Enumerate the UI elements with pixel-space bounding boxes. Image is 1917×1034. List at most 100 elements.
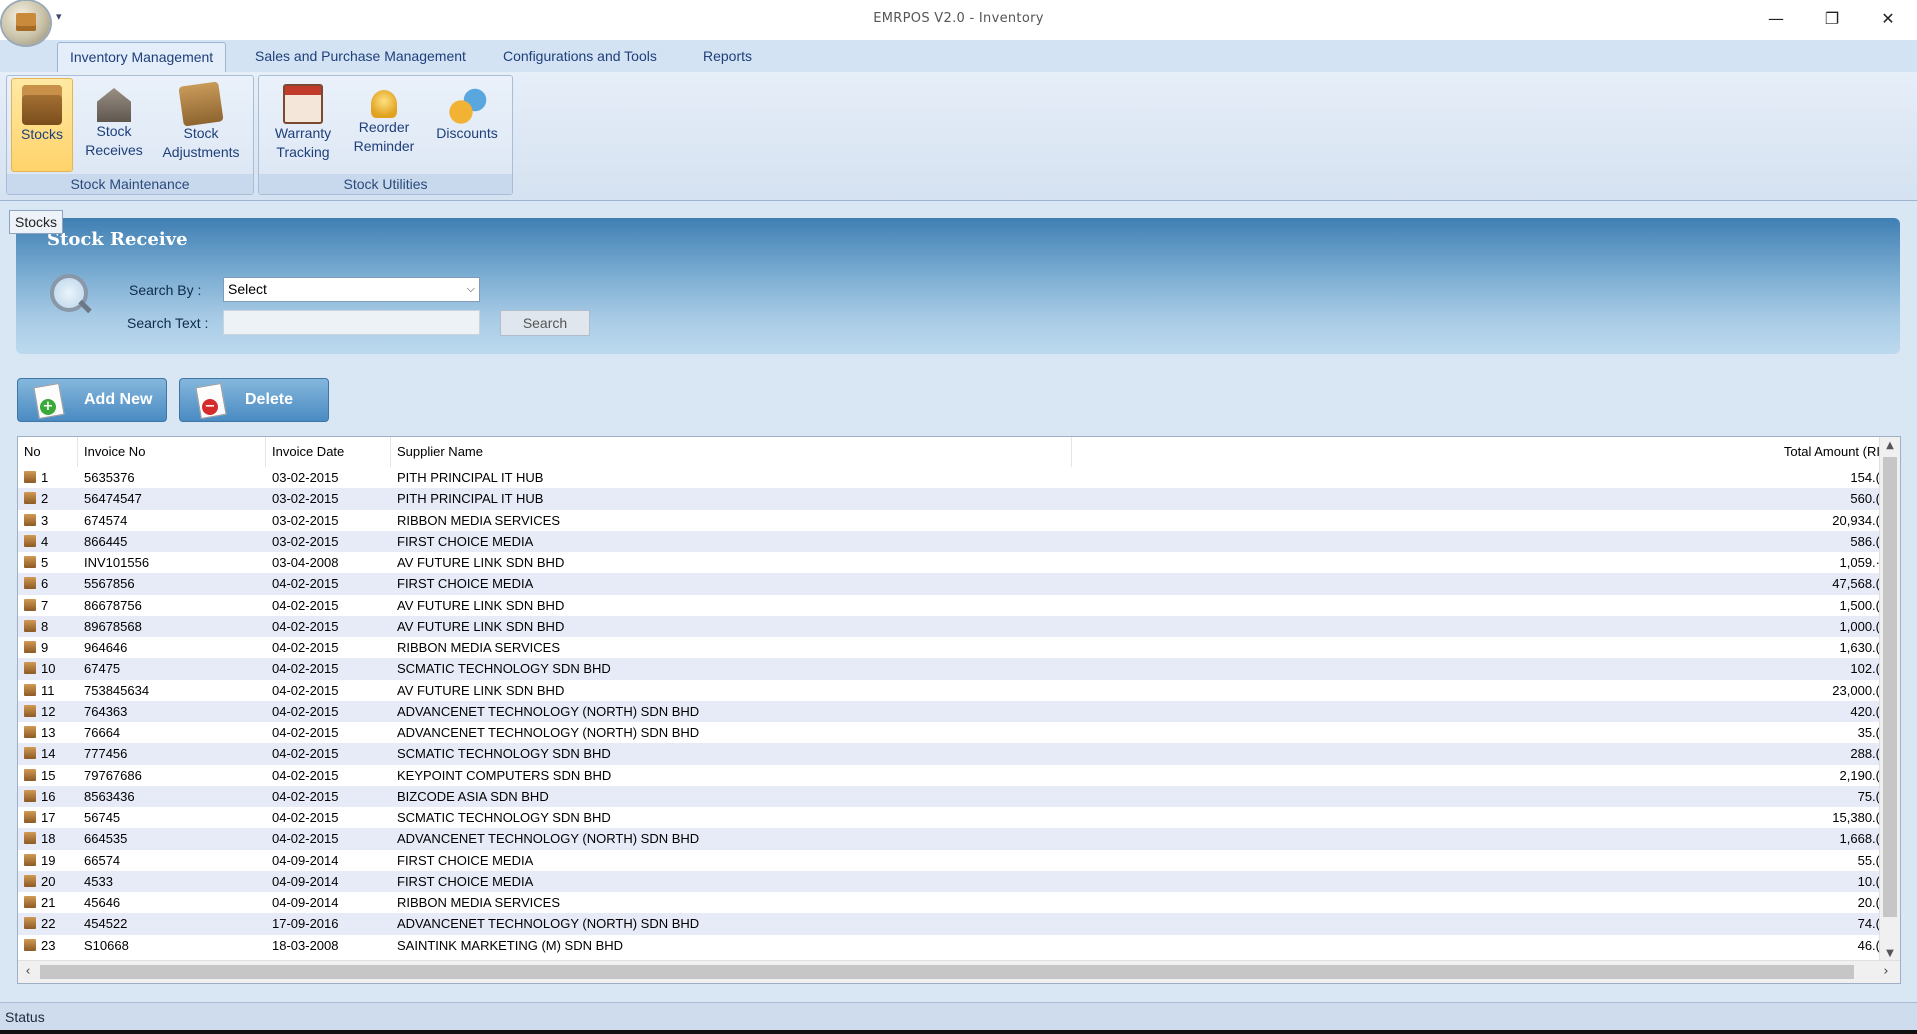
table-row[interactable]: 11 753845634 04-02-2015 AV FUTURE LINK SDN … bbox=[18, 679, 1880, 701]
cell-invoice-no: 753845634 bbox=[84, 682, 150, 698]
table-row[interactable]: 22 454522 17-09-2016 ADVANCENET TECHNOLOGY … bbox=[18, 913, 1880, 935]
stock-receive-grid[interactable]: No Invoice No Invoice Date Supplier Name… bbox=[17, 436, 1901, 984]
table-row[interactable]: 10 67475 04-02-2015 SCMATIC TECHNOLOGY SDN … bbox=[18, 658, 1880, 680]
row-number: 10 bbox=[41, 661, 56, 677]
column-header-total-amount[interactable]: Total Amount (RI bbox=[1718, 437, 1880, 467]
table-row[interactable]: 3 674574 03-02-2015 RIBBON MEDIA SERVICES 20… bbox=[18, 509, 1880, 531]
cell-total-amount: 47,568.( bbox=[1832, 576, 1880, 592]
row-number: 12 bbox=[41, 703, 56, 719]
stocks-button[interactable]: Stocks bbox=[11, 78, 73, 172]
horizontal-scrollbar[interactable]: ‹ › bbox=[18, 960, 1900, 983]
receipt-row-icon bbox=[24, 917, 36, 930]
cell-no: 9 bbox=[18, 637, 78, 658]
table-row[interactable]: 12 764363 04-02-2015 ADVANCENET TECHNOLOGY … bbox=[18, 700, 1880, 722]
cell-no: 7 bbox=[18, 595, 78, 616]
tab-stocks-document[interactable]: Stocks bbox=[9, 210, 64, 234]
receipt-row-icon bbox=[24, 747, 36, 760]
table-row[interactable]: 9 964646 04-02-2015 RIBBON MEDIA SERVICES 1,… bbox=[18, 637, 1880, 659]
cell-invoice-no: 67475 bbox=[84, 661, 121, 677]
chevron-down-icon: ⌵ bbox=[466, 283, 475, 295]
cell-total-amount: 2,190.( bbox=[1839, 767, 1880, 783]
scroll-right-icon[interactable]: › bbox=[1876, 961, 1896, 983]
table-row[interactable]: 14 777456 04-02-2015 SCMATIC TECHNOLOGY SDN… bbox=[18, 743, 1880, 765]
tab-inventory-management[interactable]: Inventory Management bbox=[57, 42, 227, 73]
search-button[interactable]: Search bbox=[500, 310, 590, 336]
delete-button[interactable]: − Delete bbox=[179, 378, 329, 422]
table-row[interactable]: 7 86678756 04-02-2015 AV FUTURE LINK SDN BH… bbox=[18, 594, 1880, 616]
table-row[interactable]: 16 8563436 04-02-2015 BIZCODE ASIA SDN BHD 7… bbox=[18, 785, 1880, 807]
table-row[interactable]: 2 56474547 03-02-2015 PITH PRINCIPAL IT HUB… bbox=[18, 488, 1880, 510]
cell-supplier-name: PITH PRINCIPAL IT HUB bbox=[397, 470, 544, 485]
column-header-invoice-no[interactable]: Invoice No bbox=[78, 437, 266, 467]
table-row[interactable]: 15 79767686 04-02-2015 KEYPOINT COMPUTERS S… bbox=[18, 764, 1880, 786]
table-row[interactable]: 4 866445 03-02-2015 FIRST CHOICE MEDIA 586.( bbox=[18, 530, 1880, 552]
table-row[interactable]: 21 45646 04-09-2014 RIBBON MEDIA SERVICES 20… bbox=[18, 892, 1880, 914]
cell-invoice-no: 56474547 bbox=[84, 491, 142, 507]
table-row[interactable]: 17 56745 04-02-2015 SCMATIC TECHNOLOGY SDN … bbox=[18, 807, 1880, 829]
cell-invoice-no: 56745 bbox=[84, 810, 121, 825]
cell-no: 15 bbox=[18, 765, 78, 786]
cell-supplier-name: AV FUTURE LINK SDN BHD bbox=[397, 618, 565, 634]
scroll-up-icon[interactable]: ▲ bbox=[1880, 437, 1900, 455]
cell-no: 19 bbox=[18, 850, 78, 871]
stock-receives-button[interactable]: Stock Receives bbox=[79, 78, 149, 160]
cell-invoice-no: 4533 bbox=[84, 873, 113, 889]
add-new-label: Add New bbox=[84, 391, 153, 408]
table-row[interactable]: 1 5635376 03-02-2015 PITH PRINCIPAL IT HUB 1… bbox=[18, 467, 1880, 489]
cell-no: 4 bbox=[18, 531, 78, 552]
cell-no: 18 bbox=[18, 828, 78, 849]
cell-total-amount: 15,380.( bbox=[1832, 810, 1880, 825]
vertical-scrollbar[interactable]: ▲ ▼ bbox=[1879, 437, 1900, 963]
row-number: 15 bbox=[41, 767, 56, 783]
cell-no: 6 bbox=[18, 573, 78, 594]
table-row[interactable]: 23 S10668 18-03-2008 SAINTINK MARKETING (M)… bbox=[18, 934, 1880, 956]
cell-invoice-no: 664535 bbox=[84, 831, 128, 847]
cell-invoice-date: 18-03-2008 bbox=[272, 937, 339, 953]
tab-configurations-tools[interactable]: Configurations and Tools bbox=[503, 48, 657, 64]
table-row[interactable]: 5 INV101556 03-04-2008 AV FUTURE LINK SDN B… bbox=[18, 552, 1880, 574]
cell-supplier-name: FIRST CHOICE MEDIA bbox=[397, 576, 534, 592]
cell-invoice-date: 03-02-2015 bbox=[272, 512, 339, 528]
restore-button[interactable]: ❐ bbox=[1804, 0, 1860, 36]
column-header-no[interactable]: No bbox=[18, 437, 78, 467]
column-header-supplier-name[interactable]: Supplier Name bbox=[391, 437, 1072, 467]
tab-reports[interactable]: Reports bbox=[703, 48, 752, 64]
row-number: 2 bbox=[41, 491, 49, 507]
search-text-input[interactable] bbox=[223, 310, 480, 335]
add-new-button[interactable]: + Add New bbox=[17, 378, 167, 422]
column-header-invoice-date[interactable]: Invoice Date bbox=[266, 437, 391, 467]
discounts-button[interactable]: Discounts bbox=[427, 78, 507, 143]
receipt-row-icon bbox=[24, 896, 36, 908]
table-row[interactable]: 18 664535 04-02-2015 ADVANCENET TECHNOLOGY … bbox=[18, 828, 1880, 850]
table-row[interactable]: 13 76664 04-02-2015 ADVANCENET TECHNOLOGY (… bbox=[18, 722, 1880, 744]
stock-receives-label-2: Receives bbox=[85, 142, 143, 158]
search-text-label: Search Text : bbox=[127, 315, 209, 331]
app-menu-button[interactable] bbox=[2, 1, 50, 45]
cell-supplier-name: BIZCODE ASIA SDN BHD bbox=[397, 788, 549, 804]
cell-supplier-name: FIRST CHOICE MEDIA bbox=[397, 852, 534, 868]
reorder-reminder-label-2: Reminder bbox=[353, 138, 415, 154]
warehouse-icon bbox=[97, 88, 131, 122]
stock-adjustments-button[interactable]: Stock Adjustments bbox=[153, 78, 249, 162]
cell-no: 23 bbox=[18, 935, 78, 956]
receipt-row-icon bbox=[24, 811, 36, 823]
table-row[interactable]: 8 89678568 04-02-2015 AV FUTURE LINK SDN BH… bbox=[18, 615, 1880, 637]
vertical-scroll-thumb[interactable] bbox=[1883, 457, 1897, 917]
cell-supplier-name: PITH PRINCIPAL IT HUB bbox=[397, 491, 544, 507]
horizontal-scroll-thumb[interactable] bbox=[40, 965, 1854, 979]
close-button[interactable]: ✕ bbox=[1860, 0, 1916, 36]
tab-sales-purchase[interactable]: Sales and Purchase Management bbox=[255, 48, 466, 64]
cell-no: 12 bbox=[18, 701, 78, 722]
row-number: 5 bbox=[41, 555, 49, 570]
row-number: 9 bbox=[41, 640, 49, 655]
reorder-reminder-button[interactable]: Reorder Reminder bbox=[345, 78, 423, 156]
minus-icon: − bbox=[202, 399, 218, 415]
minimize-button[interactable]: — bbox=[1748, 0, 1804, 36]
search-by-select[interactable]: Select ⌵ bbox=[223, 277, 480, 302]
warranty-tracking-button[interactable]: Warranty Tracking bbox=[263, 78, 343, 162]
table-row[interactable]: 20 4533 04-09-2014 FIRST CHOICE MEDIA 10.( bbox=[18, 870, 1880, 892]
table-row[interactable]: 6 5567856 04-02-2015 FIRST CHOICE MEDIA 47,5… bbox=[18, 573, 1880, 595]
scroll-left-icon[interactable]: ‹ bbox=[18, 961, 38, 983]
row-number: 14 bbox=[41, 746, 56, 762]
table-row[interactable]: 19 66574 04-09-2014 FIRST CHOICE MEDIA 55.( bbox=[18, 849, 1880, 871]
